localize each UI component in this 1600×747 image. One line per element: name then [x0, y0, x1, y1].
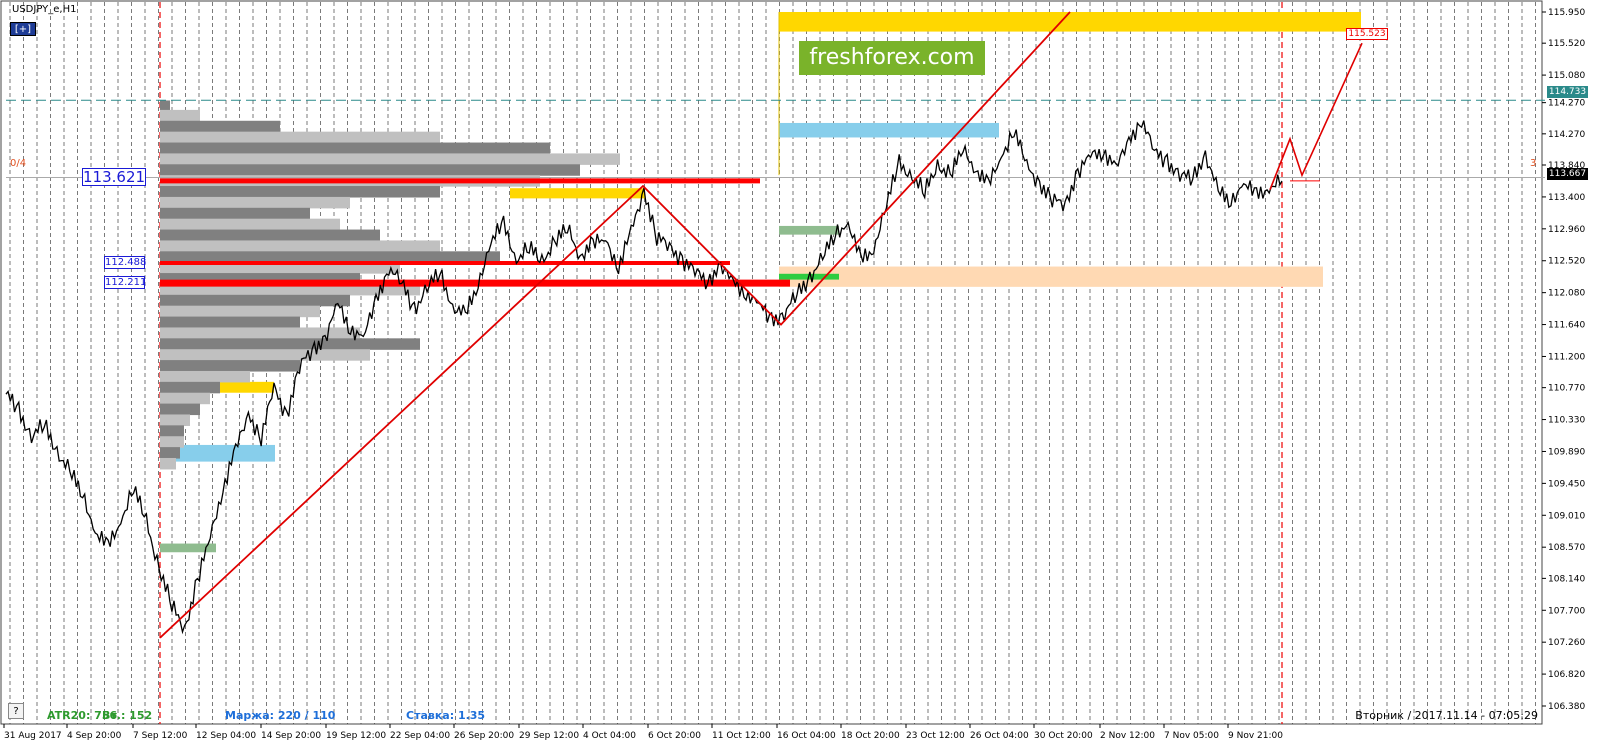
profile-bar	[160, 153, 620, 165]
y-tick-label: 107.260	[1548, 638, 1585, 648]
y-tick-label: 110.330	[1548, 416, 1585, 426]
rate-indicator: Ставка: 1.35	[406, 709, 486, 722]
x-tick-label: 29 Sep 12:00	[519, 731, 579, 741]
profile-bar	[160, 294, 350, 307]
profile-bar	[160, 207, 310, 220]
x-tick-label: 22 Sep 04:00	[390, 731, 450, 741]
y-tick-label: 108.140	[1548, 574, 1585, 584]
vt-indicator: Вт.: 152	[102, 709, 153, 722]
y-tick-label: 115.080	[1548, 71, 1585, 81]
profile-bar	[160, 305, 320, 318]
y-tick-label: 112.960	[1548, 225, 1585, 235]
blue-zone-low	[170, 444, 275, 462]
target-price-box: 115.523	[1346, 28, 1388, 40]
y-tick-label: 109.890	[1548, 447, 1585, 457]
y-tick-label: 114.270	[1548, 130, 1585, 140]
profile-bar	[160, 240, 440, 252]
x-tick-label: 7 Nov 05:00	[1164, 731, 1219, 741]
server-datetime: Вторник / 2017.11.14 - 07:05:29	[1355, 709, 1538, 722]
profile-bar	[160, 316, 300, 329]
x-tick-label: 31 Aug 2017	[4, 731, 62, 741]
watermark: freshforex.com	[799, 41, 985, 75]
profile-bar	[160, 196, 350, 209]
x-tick-label: 9 Nov 21:00	[1228, 731, 1283, 741]
price-box-3: 112.211	[104, 276, 147, 289]
x-tick-label: 16 Oct 04:00	[777, 731, 836, 741]
fib-label-left: 0/4	[10, 158, 27, 169]
profile-bar	[160, 349, 370, 361]
profile-bar	[160, 218, 340, 231]
gold-zone-top	[779, 12, 1361, 32]
profile-bar	[160, 164, 580, 176]
y-tick-label: 114.270	[1548, 99, 1585, 109]
profile-bar	[160, 425, 184, 437]
price-box-main: 113.621	[82, 168, 146, 186]
profile-bar	[160, 381, 220, 394]
y-tick-label: 109.010	[1548, 511, 1585, 521]
profile-bar	[160, 131, 440, 144]
y-tick-label: 106.380	[1548, 702, 1585, 712]
y-tick-label: 112.520	[1548, 257, 1585, 267]
x-tick-label: 30 Oct 20:00	[1034, 731, 1093, 741]
y-tick-label: 115.950	[1548, 8, 1585, 18]
green-zone	[779, 225, 839, 235]
profile-bar	[160, 327, 360, 339]
y-tick-label: 108.570	[1548, 543, 1585, 553]
profile-bar	[160, 229, 380, 242]
profile-bar	[160, 447, 180, 459]
symbol-label: USDJPY_e,H1	[12, 4, 77, 15]
x-tick-label: 6 Oct 20:00	[648, 731, 701, 741]
price-box-2: 112.488	[104, 256, 147, 269]
profile-bar	[160, 360, 300, 372]
profile-bar	[160, 370, 250, 383]
x-tick-label: 26 Oct 04:00	[970, 731, 1029, 741]
x-tick-label: 26 Sep 20:00	[454, 731, 514, 741]
y-tick-label: 113.400	[1548, 193, 1585, 203]
y-tick-label: 110.770	[1548, 384, 1585, 394]
profile-bar	[160, 457, 176, 470]
y-tick-label: 106.820	[1548, 670, 1585, 680]
orange-zone	[779, 266, 1323, 287]
profile-bar	[160, 414, 190, 426]
y-tick-label: 111.200	[1548, 352, 1585, 362]
y-tick-label: 112.080	[1548, 289, 1585, 299]
profile-bar	[160, 142, 550, 155]
y-tick-label: 115.520	[1548, 39, 1585, 49]
fib-label-right: 3	[1530, 158, 1537, 169]
margin-indicator: Маржа: 220 / 110	[225, 709, 336, 722]
x-tick-label: 4 Sep 20:00	[67, 731, 122, 741]
level-price-badge: 114.733	[1547, 86, 1588, 98]
expand-button[interactable]: [+]	[10, 22, 36, 36]
x-tick-label: 19 Sep 12:00	[326, 731, 386, 741]
y-tick-label: 107.700	[1548, 606, 1585, 616]
y-tick-label: 109.450	[1548, 479, 1585, 489]
profile-bar	[160, 392, 210, 405]
x-tick-label: 23 Oct 12:00	[906, 731, 965, 741]
y-tick-label: 111.640	[1548, 321, 1585, 331]
x-tick-label: 14 Sep 20:00	[261, 731, 321, 741]
x-tick-label: 18 Oct 20:00	[841, 731, 900, 741]
x-tick-label: 12 Sep 04:00	[196, 731, 256, 741]
profile-bar	[160, 109, 200, 122]
x-tick-label: 4 Oct 04:00	[583, 731, 636, 741]
current-price-badge: 113.667	[1547, 168, 1588, 180]
x-tick-label: 11 Oct 12:00	[712, 731, 771, 741]
profile-bar	[160, 403, 200, 416]
profile-bar	[160, 338, 420, 350]
x-tick-label: 2 Nov 12:00	[1100, 731, 1155, 741]
x-tick-label: 7 Sep 12:00	[133, 731, 188, 741]
profile-bar	[160, 120, 280, 133]
help-button[interactable]: ?	[8, 703, 24, 719]
profile-bar	[160, 436, 184, 448]
price-chart[interactable]: 115.950115.520115.080114.270114.270113.8…	[0, 0, 1600, 747]
gold-zone-mid	[510, 188, 645, 199]
profile-bar	[160, 186, 440, 198]
